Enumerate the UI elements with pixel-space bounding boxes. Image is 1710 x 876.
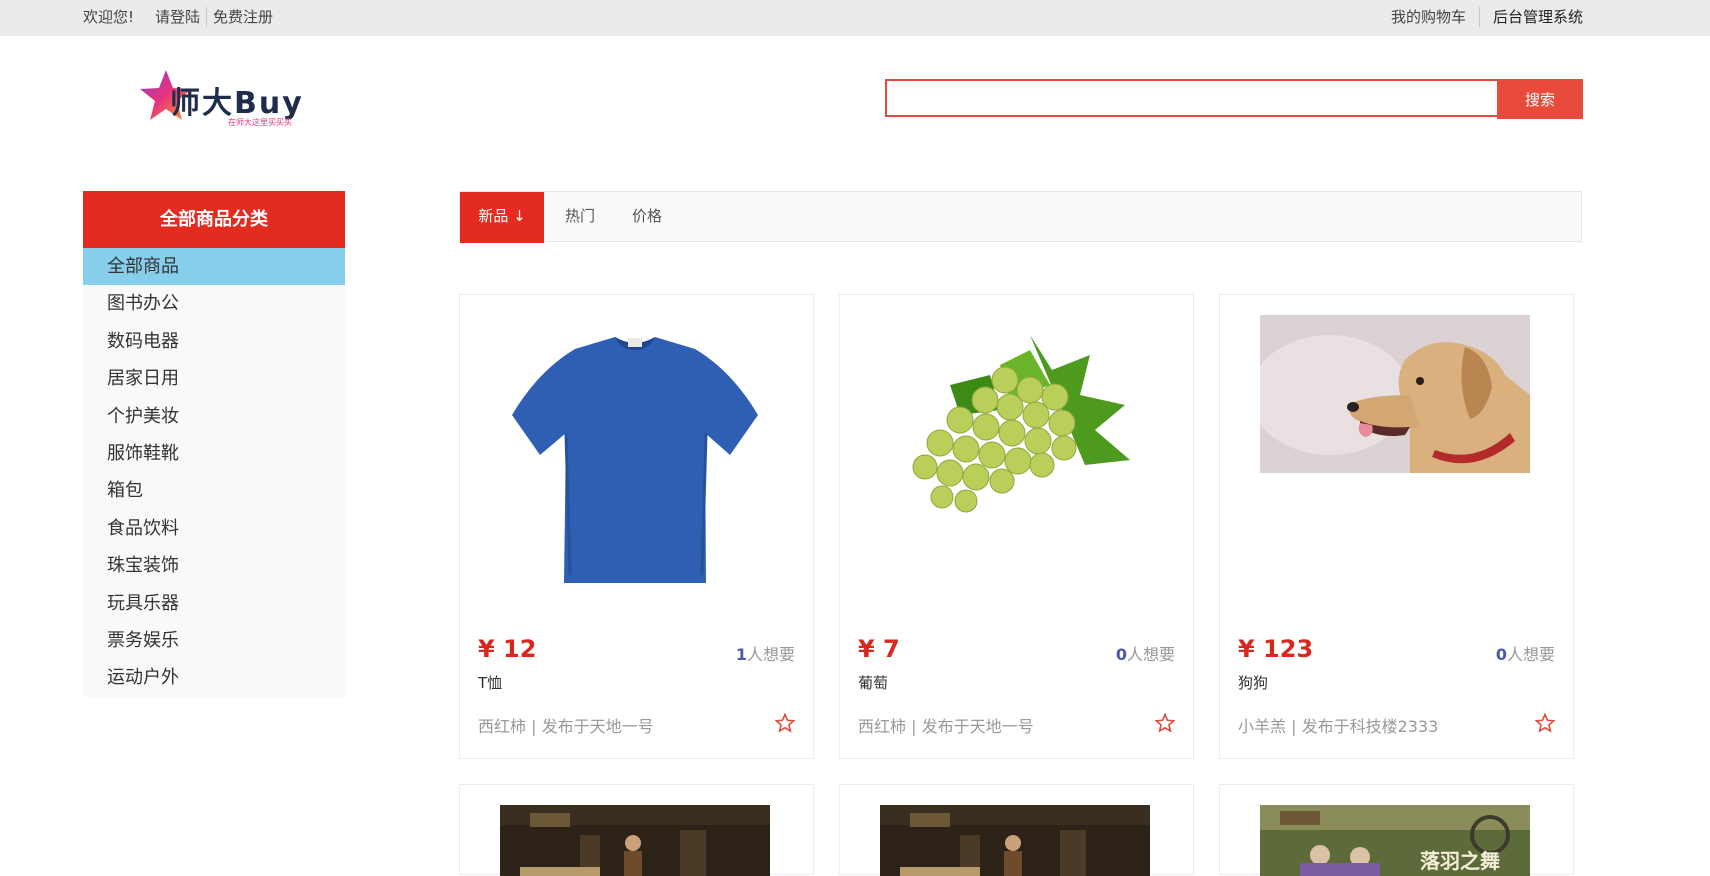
category-item-toys[interactable]: 玩具乐器 [83,585,345,622]
welcome-text: 欢迎您! [83,8,135,26]
product-price: ¥ 123 [1238,635,1314,663]
search-button[interactable]: 搜索 [1497,79,1583,119]
category-item-electronics[interactable]: 数码电器 [83,323,345,360]
divider [1479,7,1480,27]
login-link[interactable]: 请登陆 [155,7,200,27]
product-price: ¥ 12 [478,635,537,663]
sort-bar: 新品 ↓ 热门 价格 [459,191,1582,243]
product-seller-location: 西红柿 | 发布于天地一号 [858,717,1034,736]
favorite-star-icon[interactable] [775,713,795,733]
category-item-food[interactable]: 食品饮料 [83,510,345,547]
category-item-all[interactable]: 全部商品 [83,248,345,286]
category-item-beauty[interactable]: 个护美妆 [83,398,345,435]
product-image-game-scene[interactable] [500,805,770,876]
category-item-sports[interactable]: 运动户外 [83,659,345,696]
logo-text: 师大Buy [170,86,304,121]
product-card[interactable]: ¥ 123 0人想要 狗狗 小羊羔 | 发布于科技楼2333 [1219,294,1574,759]
want-number: 0 [1115,645,1127,664]
product-image-game-scene[interactable] [880,805,1150,876]
want-count: 0人想要 [1496,641,1555,665]
product-card[interactable]: ¥ 12 1人想要 T恤 西红柿 | 发布于天地一号 [459,294,814,759]
product-image-game-scene-forest[interactable]: 落羽之舞 [1260,805,1530,876]
product-image-tshirt[interactable] [500,315,770,585]
product-image-grapes[interactable] [880,315,1150,585]
category-list: 全部商品 图书办公 数码电器 居家日用 个护美妆 服饰鞋靴 箱包 食品饮料 珠宝… [83,248,345,697]
admin-link[interactable]: 后台管理系统 [1493,7,1583,27]
category-item-jewelry[interactable]: 珠宝装饰 [83,547,345,584]
product-seller-location: 西红柿 | 发布于天地一号 [478,717,654,736]
sort-tab-hot[interactable]: 热门 [555,192,605,243]
favorite-star-icon[interactable] [1155,713,1175,733]
product-image-dog[interactable] [1260,315,1530,585]
want-label: 人想要 [1506,645,1555,664]
want-label: 人想要 [1126,645,1175,664]
category-header: 全部商品分类 [83,191,345,248]
sort-tab-newest[interactable]: 新品 ↓ [460,192,544,243]
product-price: ¥ 7 [858,635,900,663]
want-count: 1人想要 [736,641,795,665]
top-bar: 欢迎您! 请登陆 免费注册 我的购物车 后台管理系统 [0,0,1710,36]
want-label: 人想要 [746,645,795,664]
category-item-books[interactable]: 图书办公 [83,285,345,322]
search-input[interactable] [885,79,1497,117]
category-item-bags[interactable]: 箱包 [83,472,345,509]
want-number: 1 [735,645,747,664]
divider [206,7,207,27]
product-name[interactable]: 葡萄 [858,672,888,693]
product-card[interactable]: 落羽之舞 [1219,784,1574,876]
cart-link[interactable]: 我的购物车 [1391,7,1466,27]
product-card[interactable] [459,784,814,876]
product-card[interactable]: ¥ 7 0人想要 葡萄 西红柿 | 发布于天地一号 [839,294,1194,759]
product-seller-location: 小羊羔 | 发布于科技楼2333 [1238,717,1439,736]
sort-tab-price[interactable]: 价格 [622,192,672,243]
product-name[interactable]: T恤 [478,672,502,693]
product-card[interactable] [839,784,1194,876]
logo-slogan: 在师大这里买买买 [228,118,292,127]
register-link[interactable]: 免费注册 [213,7,273,27]
product-name[interactable]: 狗狗 [1238,672,1268,693]
game-title-text: 落羽之舞 [1420,849,1500,873]
category-item-tickets[interactable]: 票务娱乐 [83,622,345,659]
category-item-apparel[interactable]: 服饰鞋靴 [83,435,345,472]
want-count: 0人想要 [1116,641,1175,665]
site-logo[interactable]: 师大Buy 在师大这里买买买 [140,68,315,132]
favorite-star-icon[interactable] [1535,713,1555,733]
want-number: 0 [1495,645,1507,664]
category-item-home[interactable]: 居家日用 [83,360,345,397]
